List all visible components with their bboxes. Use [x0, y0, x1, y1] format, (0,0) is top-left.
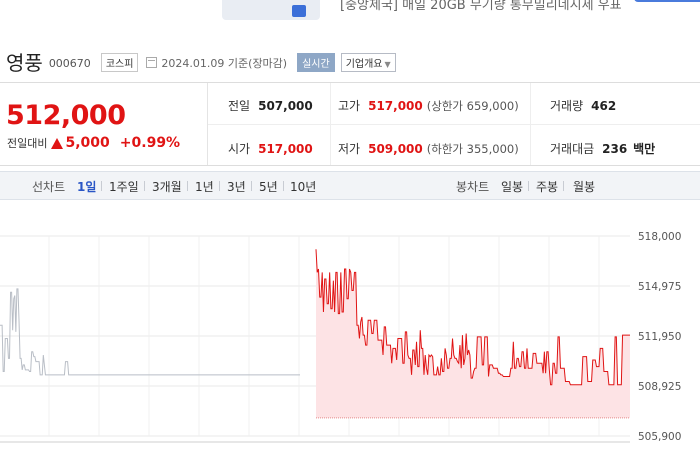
previous-day-line: [0, 288, 300, 376]
stat-value: 507,000: [258, 99, 313, 113]
stat-label: 시가: [228, 142, 251, 156]
current-price: 512,000: [6, 100, 126, 131]
ad-button[interactable]: [634, 0, 700, 2]
ad-text[interactable]: [중앙제국] 매일 20GB 무기량 통무밀리네시세 우표: [340, 0, 622, 13]
y-tick-label: 508,925: [638, 381, 681, 393]
change-amount: 5,000: [65, 135, 110, 151]
tab-3month[interactable]: 3개월: [152, 178, 182, 195]
stats-column-divider: [530, 83, 531, 165]
stat-value: 462: [591, 99, 617, 113]
stock-name: 영풍: [6, 50, 43, 75]
ad-thumbnail[interactable]: [222, 0, 320, 20]
stat-label: 거래대금: [550, 142, 595, 156]
tab-5year[interactable]: 5년: [259, 178, 278, 195]
candle-chart-label: 봉차트: [456, 180, 490, 194]
limit-label: 상한가: [431, 99, 463, 113]
limit-label: 하한가: [431, 142, 463, 156]
tab-divider: [563, 181, 564, 191]
intraday-price-chart[interactable]: 518,000 514,975 511,950 508,925 505,900: [0, 200, 700, 450]
ad-badge-icon: [292, 5, 306, 17]
chevron-down-icon: ▼: [384, 59, 391, 69]
ad-banner[interactable]: [중앙제국] 매일 20GB 무기량 통무밀리네시세 우표: [0, 0, 700, 22]
tab-daily-candle[interactable]: 일봉: [501, 178, 523, 195]
line-chart-label: 선차트: [32, 180, 66, 194]
tab-1week[interactable]: 1주일: [109, 178, 139, 195]
stat-open: 시가 517,000: [228, 140, 313, 157]
chart-tabbar: 선차트 1일 1주일 3개월 1년 3년 5년 10년 봉차트 일봉 주봉 월봉: [0, 171, 700, 200]
y-tick-label: 511,950: [638, 331, 681, 343]
stat-value: 509,000: [368, 142, 423, 156]
stat-label: 고가: [338, 99, 361, 113]
tab-monthly-candle[interactable]: 월봉: [573, 178, 595, 195]
change-label: 전일대비: [7, 137, 48, 150]
y-tick-label: 518,000: [638, 231, 681, 243]
stats-divider: [208, 124, 700, 125]
limit-value: 355,000: [466, 142, 515, 156]
current-price-panel: 512,000 전일대비 5,000 +0.99%: [0, 83, 208, 165]
date-basis: 기준(장마감): [227, 56, 288, 70]
tab-1year[interactable]: 1년: [195, 178, 214, 195]
up-arrow-icon: [51, 137, 64, 149]
tab-divider: [283, 181, 284, 191]
market-tag: 코스피: [100, 52, 139, 72]
stat-high: 고가 517,000 (상한가 659,000): [338, 97, 519, 114]
price-summary: 512,000 전일대비 5,000 +0.99% 전일 507,000 고가 51…: [0, 82, 700, 166]
stat-limit: (상한가 659,000): [426, 99, 519, 113]
y-tick-label: 514,975: [638, 281, 681, 293]
tab-divider: [528, 181, 529, 191]
stat-volume: 거래량 462: [550, 97, 616, 114]
y-tick-label: 505,900: [638, 431, 681, 443]
stat-value: 236: [602, 142, 628, 156]
tab-divider: [101, 181, 102, 191]
tab-1day[interactable]: 1일: [77, 178, 96, 195]
stat-unit: 백만: [633, 142, 656, 156]
tab-10year[interactable]: 10년: [290, 178, 316, 195]
tab-divider: [187, 181, 188, 191]
tab-divider: [251, 181, 252, 191]
date-text: 2024.01.09 기준(장마감): [161, 55, 287, 71]
stat-limit: (하한가 355,000): [426, 142, 519, 156]
stat-value: 517,000: [258, 142, 313, 156]
stat-trade-amount: 거래대금 236 백만: [550, 140, 655, 157]
stat-low: 저가 509,000 (하한가 355,000): [338, 140, 519, 157]
stock-header: 영풍 000670 코스피 2024.01.09 기준(장마감) 실시간 기업개…: [6, 48, 396, 75]
realtime-button[interactable]: 실시간: [297, 52, 335, 72]
tab-3year[interactable]: 3년: [227, 178, 246, 195]
change-percent: +0.99%: [119, 135, 181, 151]
limit-value: 659,000: [466, 99, 515, 113]
tab-divider: [219, 181, 220, 191]
stat-prev-close: 전일 507,000: [228, 97, 313, 114]
date-value: 2024.01.09: [161, 56, 225, 70]
corp-overview-label: 기업개요: [345, 58, 383, 70]
calendar-icon: [146, 57, 158, 68]
stat-label: 저가: [338, 142, 361, 156]
stat-value: 517,000: [368, 99, 423, 113]
corp-overview-button[interactable]: 기업개요 ▼: [340, 52, 396, 72]
stat-label: 전일: [228, 99, 251, 113]
stats-column-divider: [330, 83, 331, 165]
stock-code: 000670: [48, 56, 91, 70]
stat-label: 거래량: [550, 99, 584, 113]
tab-divider: [144, 181, 145, 191]
price-change: 전일대비 5,000 +0.99%: [7, 135, 180, 151]
tab-weekly-candle[interactable]: 주봉: [536, 178, 558, 195]
